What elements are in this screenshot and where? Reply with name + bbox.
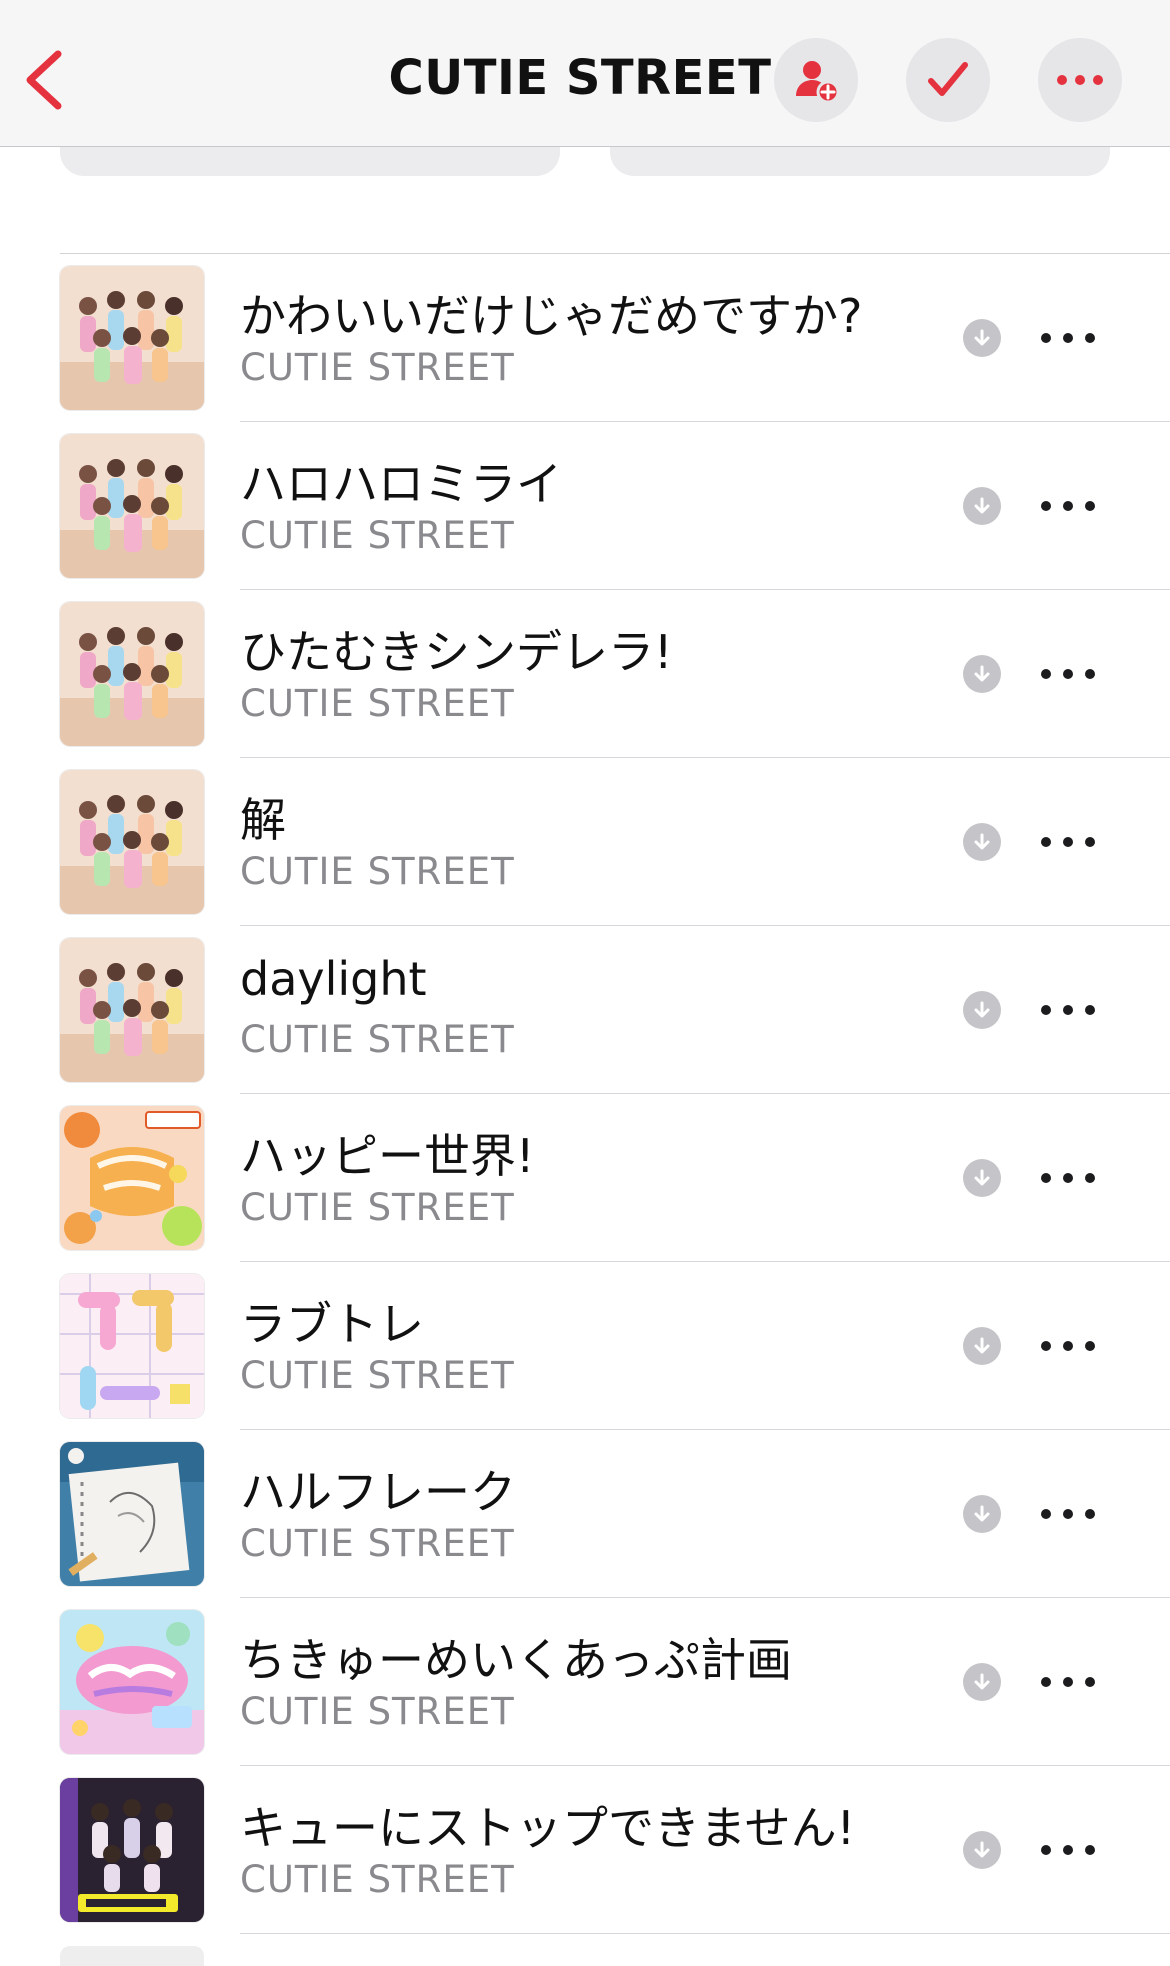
song-title: ひたむきシンデレラ! bbox=[240, 625, 673, 679]
download-arrow-icon bbox=[974, 1505, 990, 1522]
download-button[interactable] bbox=[963, 823, 1001, 861]
album-art bbox=[60, 602, 204, 746]
album-art bbox=[60, 1778, 204, 1922]
album-art bbox=[60, 938, 204, 1082]
song-row[interactable]: 解 CUTIE STREET bbox=[0, 758, 1170, 926]
album-art bbox=[60, 1274, 204, 1418]
song-row[interactable]: ハルフレーク CUTIE STREET bbox=[0, 1430, 1170, 1598]
song-more-button[interactable] bbox=[1036, 326, 1100, 350]
album-art bbox=[60, 1106, 204, 1250]
page-title: CUTIE STREET bbox=[388, 50, 772, 106]
ellipsis-icon bbox=[1041, 1845, 1095, 1855]
download-arrow-icon bbox=[974, 665, 990, 682]
download-button[interactable] bbox=[963, 655, 1001, 693]
ellipsis-icon bbox=[1041, 501, 1095, 511]
ellipsis-icon bbox=[1041, 837, 1095, 847]
song-row[interactable]: ハロハロミライ CUTIE STREET bbox=[0, 422, 1170, 590]
download-arrow-icon bbox=[974, 833, 990, 850]
song-artist: CUTIE STREET bbox=[240, 682, 515, 725]
song-more-button[interactable] bbox=[1036, 1670, 1100, 1694]
song-row[interactable]: ハッピー世界! CUTIE STREET bbox=[0, 1094, 1170, 1262]
download-button[interactable] bbox=[963, 319, 1001, 357]
album-art bbox=[60, 434, 204, 578]
song-title: ハロハロミライ bbox=[240, 457, 562, 511]
song-row[interactable]: ひたむきシンデレラ! CUTIE STREET bbox=[0, 590, 1170, 758]
song-artist: CUTIE STREET bbox=[240, 1690, 515, 1733]
download-arrow-icon bbox=[974, 1001, 990, 1018]
ellipsis-icon bbox=[1041, 1677, 1095, 1687]
song-title: ラブトレ bbox=[240, 1297, 424, 1351]
download-button[interactable] bbox=[963, 1495, 1001, 1533]
song-more-button[interactable] bbox=[1036, 662, 1100, 686]
song-more-button[interactable] bbox=[1036, 830, 1100, 854]
song-title: ハルフレーク bbox=[240, 1465, 516, 1519]
ellipsis-icon bbox=[1041, 1341, 1095, 1351]
download-button[interactable] bbox=[963, 1831, 1001, 1869]
song-row[interactable]: かわいいだけじゃだめですか? CUTIE STREET bbox=[0, 254, 1170, 422]
song-artist: CUTIE STREET bbox=[240, 1018, 515, 1061]
album-art bbox=[60, 1610, 204, 1754]
song-more-button[interactable] bbox=[1036, 998, 1100, 1022]
song-more-button[interactable] bbox=[1036, 1166, 1100, 1190]
song-title: キューにストップできません! bbox=[240, 1801, 856, 1855]
back-button[interactable] bbox=[18, 44, 78, 116]
song-more-button[interactable] bbox=[1036, 1502, 1100, 1526]
song-title: 解 bbox=[240, 793, 286, 847]
download-button[interactable] bbox=[963, 1327, 1001, 1365]
song-row[interactable]: キューにストップできません! CUTIE STREET bbox=[0, 1766, 1170, 1934]
song-list: かわいいだけじゃだめですか? CUTIE STREET ハロハロミライ CUTI… bbox=[0, 254, 1170, 1934]
ellipsis-icon bbox=[1041, 1509, 1095, 1519]
song-artist: CUTIE STREET bbox=[240, 1354, 515, 1397]
row-divider bbox=[240, 1933, 1170, 1934]
song-artist: CUTIE STREET bbox=[240, 1186, 515, 1229]
song-artist: CUTIE STREET bbox=[240, 346, 515, 389]
album-art bbox=[60, 770, 204, 914]
more-options-button[interactable] bbox=[1038, 38, 1122, 122]
ellipsis-icon bbox=[1041, 333, 1095, 343]
ellipsis-icon bbox=[1041, 669, 1095, 679]
song-artist: CUTIE STREET bbox=[240, 1858, 515, 1901]
download-button[interactable] bbox=[963, 991, 1001, 1029]
song-title: ハッピー世界! bbox=[240, 1129, 535, 1183]
download-arrow-icon bbox=[974, 1841, 990, 1858]
select-button[interactable] bbox=[906, 38, 990, 122]
album-art bbox=[60, 1442, 204, 1586]
nav-header: CUTIE STREET bbox=[0, 0, 1170, 147]
download-arrow-icon bbox=[974, 1337, 990, 1354]
song-more-button[interactable] bbox=[1036, 1838, 1100, 1862]
song-title: かわいいだけじゃだめですか? bbox=[240, 289, 863, 343]
person-add-icon bbox=[796, 61, 840, 104]
download-arrow-icon bbox=[974, 1673, 990, 1690]
download-arrow-icon bbox=[974, 1169, 990, 1186]
download-button[interactable] bbox=[963, 487, 1001, 525]
ellipsis-icon bbox=[1057, 75, 1103, 85]
checkmark-icon bbox=[928, 62, 968, 96]
download-button[interactable] bbox=[963, 1159, 1001, 1197]
chevron-left-icon bbox=[26, 50, 62, 110]
song-more-button[interactable] bbox=[1036, 1334, 1100, 1358]
song-artist: CUTIE STREET bbox=[240, 1522, 515, 1565]
song-row[interactable]: ラブトレ CUTIE STREET bbox=[0, 1262, 1170, 1430]
song-title: ちきゅーめいくあっぷ計画 bbox=[240, 1633, 792, 1687]
song-more-button[interactable] bbox=[1036, 494, 1100, 518]
download-arrow-icon bbox=[974, 497, 990, 514]
download-arrow-icon bbox=[974, 329, 990, 346]
download-button[interactable] bbox=[963, 1663, 1001, 1701]
ellipsis-icon bbox=[1041, 1173, 1095, 1183]
song-title: daylight bbox=[240, 952, 427, 1006]
song-artist: CUTIE STREET bbox=[240, 850, 515, 893]
add-friend-button[interactable] bbox=[774, 38, 858, 122]
album-art bbox=[60, 266, 204, 410]
song-row[interactable]: ちきゅーめいくあっぷ計画 CUTIE STREET bbox=[0, 1598, 1170, 1766]
song-row[interactable]: daylight CUTIE STREET bbox=[0, 926, 1170, 1094]
album-art bbox=[60, 1946, 204, 1966]
ellipsis-icon bbox=[1041, 1005, 1095, 1015]
song-artist: CUTIE STREET bbox=[240, 514, 515, 557]
